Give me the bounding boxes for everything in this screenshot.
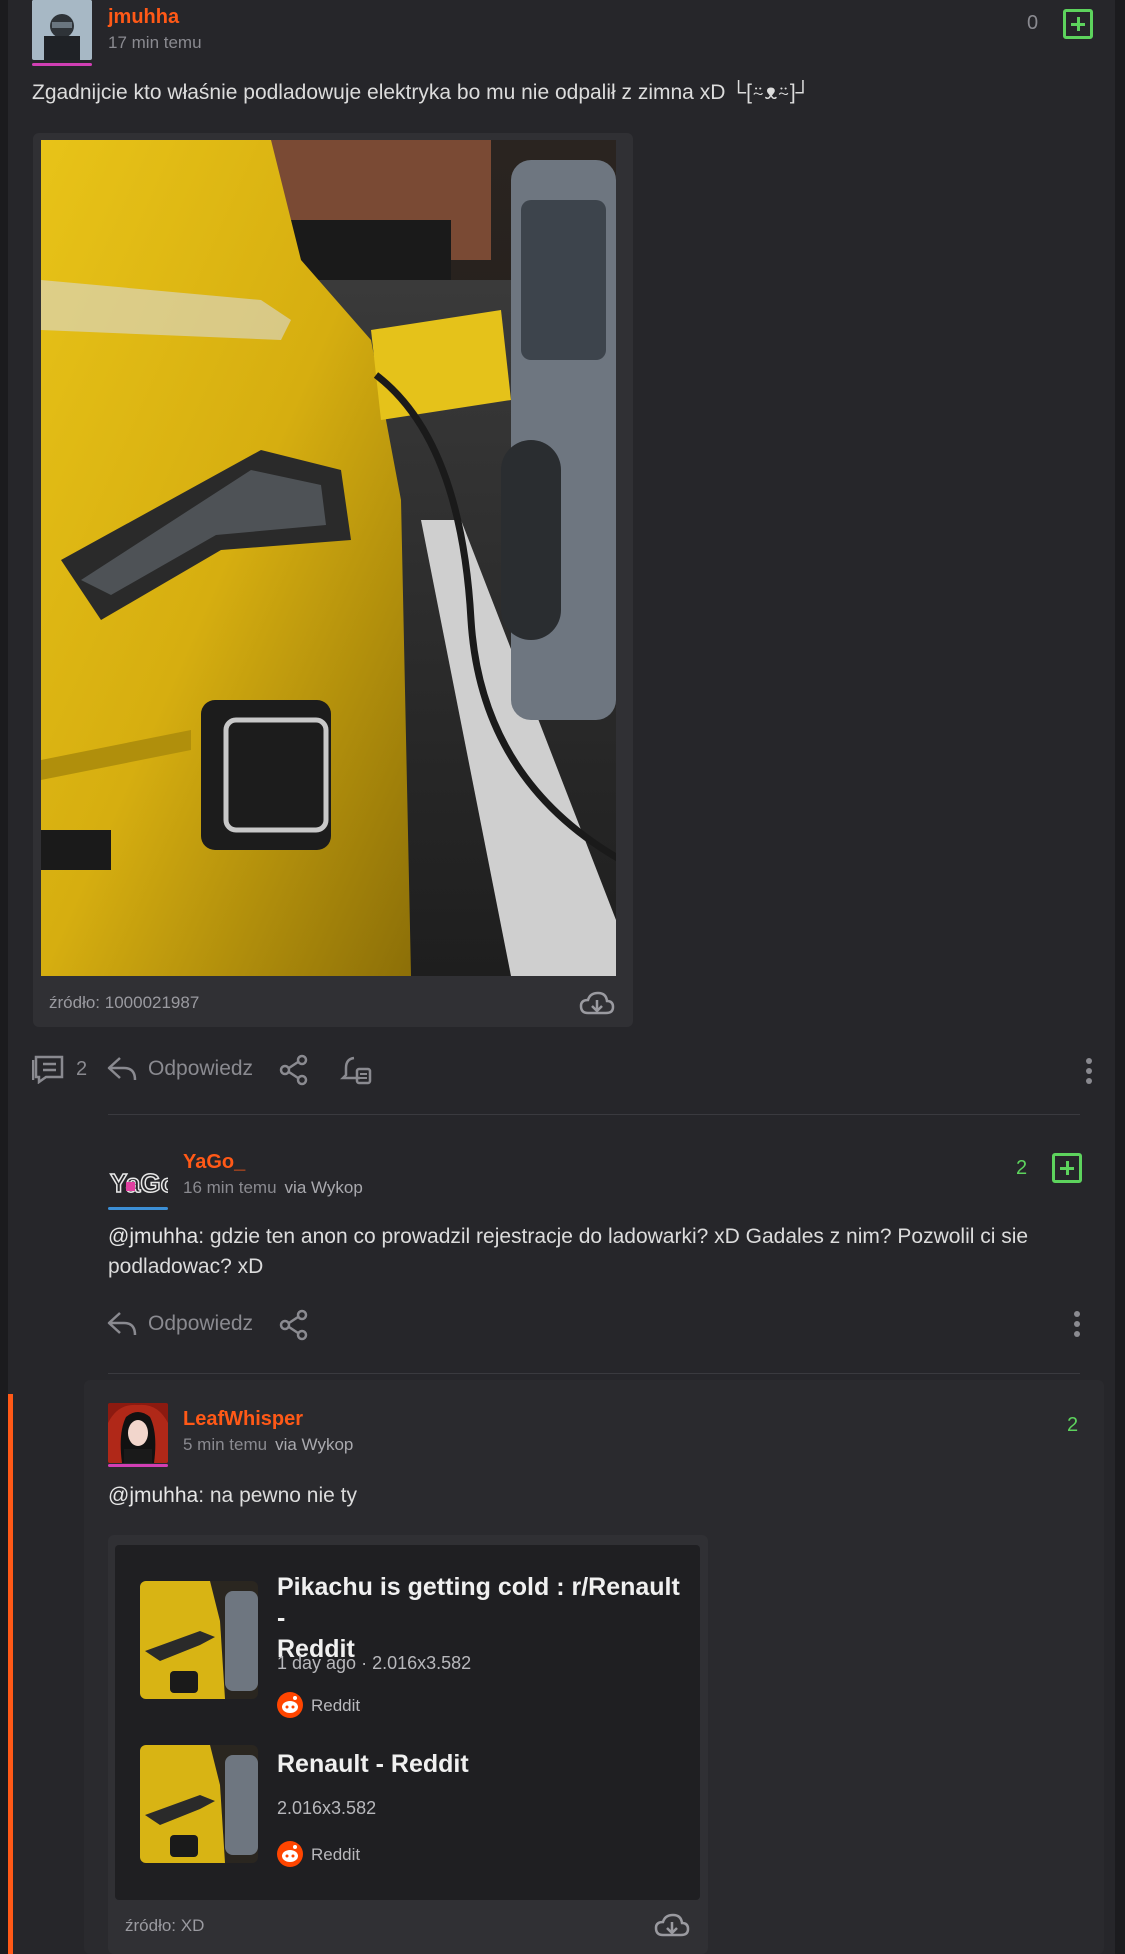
download-icon[interactable] (579, 991, 615, 1017)
comment2-author-name[interactable]: LeafWhisper (183, 1408, 303, 1431)
comment1-author-avatar[interactable]: YaGo (108, 1150, 168, 1210)
download-icon[interactable] (654, 1913, 690, 1939)
reddit-icon (277, 1841, 303, 1867)
result1-title-line1: Pikachu is getting cold : r/Renault - (277, 1573, 680, 1632)
post-text: Zgadnijcie kto właśnie podladowuje elekt… (32, 81, 811, 104)
new-comment-indicator (8, 1394, 13, 1954)
post-reply-button[interactable]: Odpowiedz (106, 1054, 253, 1084)
result1-site: Reddit (311, 1696, 361, 1715)
comment1-via: via Wykop (284, 1178, 363, 1197)
comment1-more-menu[interactable] (1074, 1311, 1080, 1337)
post-notify-button[interactable] (340, 1054, 372, 1086)
comment1-reply-button[interactable]: Odpowiedz (106, 1309, 253, 1339)
comment1-mention[interactable]: @jmuhha (108, 1225, 198, 1248)
car-photo (41, 140, 616, 976)
post-image-source[interactable]: źródło: 1000021987 (49, 993, 199, 1013)
comment1-meta: 16 min temu via Wykop (183, 1178, 363, 1198)
post-image-embed: źródło: 1000021987 (33, 133, 633, 1027)
result2-site: Reddit (311, 1845, 361, 1864)
comment1-upvote-button[interactable] (1052, 1153, 1082, 1183)
post-vote-count: 0 (1027, 12, 1039, 34)
comments-divider (108, 1114, 1080, 1115)
post-author-avatar-underline (32, 63, 92, 66)
result2-title[interactable]: Renault - Reddit (277, 1749, 469, 1780)
comment1-text-line1: : gdzie ten anon co prowadzil rejestracj… (198, 1225, 1029, 1248)
comment1-vote-count: 2 (1016, 1157, 1028, 1179)
comment2-time[interactable]: 5 min temu (183, 1435, 267, 1454)
comment1-share-button[interactable] (278, 1309, 310, 1341)
comment2-text: @jmuhha: na pewno nie ty (108, 1481, 357, 1511)
comments-button[interactable]: 2 (32, 1054, 87, 1084)
bell-icon (340, 1056, 372, 1085)
share-icon (279, 1309, 308, 1341)
post-time[interactable]: 17 min temu (108, 33, 202, 53)
result2-thumbnail (140, 1745, 258, 1863)
result1-thumbnail (140, 1581, 258, 1699)
comments-count: 2 (76, 1057, 88, 1080)
comment2-vote-count: 2 (1067, 1414, 1079, 1436)
comment1-time[interactable]: 16 min temu (183, 1178, 277, 1197)
result1-meta: 1 day ago · 2.016x3.582 (277, 1653, 472, 1673)
post-reply-label: Odpowiedz (148, 1057, 254, 1080)
comment1-author-name[interactable]: YaGo_ (183, 1151, 245, 1174)
comment2-avatar-underline (108, 1464, 168, 1467)
comments-icon (32, 1055, 64, 1084)
post-share-button[interactable] (278, 1054, 310, 1086)
share-icon (279, 1054, 308, 1086)
comment-divider (108, 1373, 1080, 1374)
result1-title[interactable]: Pikachu is getting cold : r/Renault - Re… (277, 1572, 687, 1665)
comment1-text-line2: podladowac? xD (108, 1255, 264, 1278)
post-image[interactable] (41, 140, 616, 976)
comment2-meta: 5 min temu via Wykop (183, 1435, 353, 1455)
post-author-avatar[interactable] (32, 0, 92, 60)
reddit-icon (277, 1692, 303, 1718)
comment2-author-avatar[interactable] (108, 1403, 168, 1463)
comment1-text: @jmuhha: gdzie ten anon co prowadzil rej… (108, 1222, 1098, 1282)
post-author-name[interactable]: jmuhha (108, 6, 179, 29)
comment2-image-source[interactable]: źródło: XD (125, 1916, 204, 1936)
post-upvote-button[interactable] (1063, 9, 1093, 39)
reply-icon (107, 1312, 137, 1336)
comment2-text-body: : na pewno nie ty (198, 1484, 357, 1507)
search-results-screenshot[interactable]: Pikachu is getting cold : r/Renault - Re… (115, 1545, 700, 1900)
svg-text:YaGo: YaGo (110, 1168, 168, 1198)
comment2-via: via Wykop (275, 1435, 354, 1454)
post-more-menu[interactable] (1086, 1058, 1092, 1084)
comment1-avatar-underline (108, 1207, 168, 1210)
comment1-reply-label: Odpowiedz (148, 1312, 254, 1335)
reply-icon (107, 1057, 137, 1081)
result2-meta: 2.016x3.582 (277, 1798, 377, 1818)
comment2-mention[interactable]: @jmuhha (108, 1484, 198, 1507)
